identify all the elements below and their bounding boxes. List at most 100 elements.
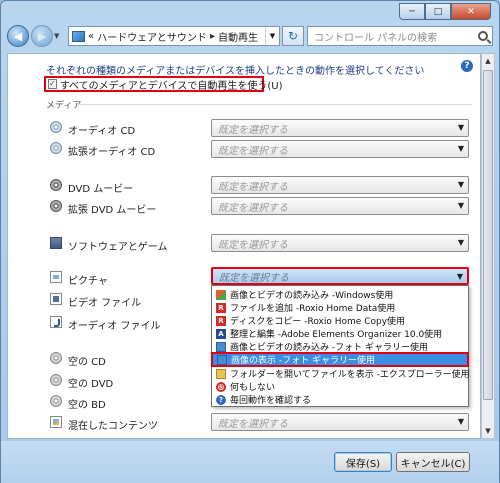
- option-label: ファイルを追加 -Roxio Home Data使用: [230, 304, 396, 314]
- option-open-folder-explorer[interactable]: フォルダーを開いてファイルを表示 -エクスプローラー使用: [212, 367, 470, 380]
- select-enhanced-audio-cd[interactable]: 既定を選択する ▼: [211, 140, 469, 158]
- option-organize-adobe[interactable]: A 整理と編集 -Adobe Elements Organizer 10.0使用: [212, 327, 468, 340]
- autoplay-window: ─ □ ✕ ◀ ▶ ▼ « ハードウェアとサウンド ▸ 自動再生 ▼ ↻ コント…: [0, 0, 500, 483]
- breadcrumb-separator[interactable]: ▸: [210, 31, 215, 42]
- dvd-icon: [50, 179, 62, 191]
- photo-gallery-icon: [217, 354, 227, 365]
- maximize-button[interactable]: □: [425, 3, 451, 20]
- option-label: 整理と編集 -Adobe Elements Organizer 10.0使用: [230, 330, 443, 340]
- media-label-mixed-content: 混在したコンテンツ: [68, 421, 158, 432]
- question-icon: ?: [216, 394, 226, 405]
- select-value: 既定を選択する: [219, 272, 289, 284]
- search-input[interactable]: コントロール パネルの検索: [307, 26, 493, 46]
- back-button[interactable]: ◀: [7, 25, 29, 47]
- option-view-photo-gallery[interactable]: 画像の表示 -フォト ギャラリー使用: [211, 352, 469, 367]
- save-button[interactable]: 保存(S): [334, 452, 392, 472]
- help-icon[interactable]: ?: [461, 60, 473, 72]
- option-label: ディスクをコピー -Roxio Home Copy使用: [230, 317, 406, 327]
- media-section-divider: [80, 104, 472, 105]
- cancel-button[interactable]: キャンセル(C): [396, 452, 470, 472]
- media-label-dvd-movie: DVD ムービー: [68, 184, 134, 195]
- option-ask-every-time[interactable]: ? 毎回動作を確認する: [212, 393, 468, 406]
- use-autoplay-label[interactable]: すべてのメディアとデバイスで自動再生を使う(U): [60, 77, 283, 92]
- audio-icon: [50, 316, 62, 328]
- blank-dvd-icon: [50, 374, 62, 386]
- media-label-blank-bd: 空の BD: [68, 400, 106, 411]
- refresh-button[interactable]: ↻: [282, 26, 304, 46]
- media-section-label: メディア: [46, 101, 82, 111]
- chevron-down-icon: ▼: [457, 144, 464, 153]
- blank-cd-icon: [50, 352, 62, 364]
- select-value: 既定を選択する: [218, 418, 288, 430]
- control-panel-icon: [72, 30, 85, 42]
- recent-pages-dropdown[interactable]: ▼: [54, 32, 64, 40]
- scrollbar-thumb[interactable]: [483, 70, 493, 400]
- option-label: 画像の表示 -フォト ギャラリー使用: [231, 356, 375, 366]
- option-label: 画像とビデオの読み込み -Windows使用: [230, 291, 394, 301]
- folder-icon: [216, 368, 226, 379]
- option-add-files-roxio[interactable]: R ファイルを追加 -Roxio Home Data使用: [212, 301, 468, 314]
- select-value: 既定を選択する: [218, 239, 288, 251]
- option-label: フォルダーを開いてファイルを表示 -エクスプローラー使用: [230, 370, 470, 380]
- cd-icon: [50, 121, 62, 133]
- cd-icon: [50, 142, 62, 154]
- select-pictures[interactable]: 既定を選択する ▼: [211, 267, 469, 285]
- dialog-footer: 保存(S) キャンセル(C): [1, 441, 499, 483]
- close-button[interactable]: ✕: [451, 3, 491, 20]
- select-audio-cd[interactable]: 既定を選択する ▼: [211, 119, 469, 137]
- use-autoplay-checkbox[interactable]: ✓: [48, 79, 57, 89]
- media-label-software-and-games: ソフトウェアとゲーム: [68, 242, 168, 253]
- dvd-icon: [50, 200, 62, 212]
- option-take-no-action[interactable]: ⊘ 何もしない: [212, 380, 468, 393]
- chevron-down-icon: ▼: [457, 238, 464, 247]
- search-icon[interactable]: [478, 31, 488, 41]
- use-autoplay-checkbox-row[interactable]: ✓ すべてのメディアとデバイスで自動再生を使う(U): [44, 76, 283, 92]
- mixed-content-icon: [50, 416, 62, 428]
- scroll-up-arrow-icon[interactable]: ▲: [482, 54, 494, 68]
- address-dropdown-icon[interactable]: ▼: [265, 27, 279, 45]
- option-label: 毎回動作を確認する: [230, 396, 312, 406]
- media-label-enhanced-audio-cd: 拡張オーディオ CD: [68, 147, 156, 158]
- option-import-windows[interactable]: 画像とビデオの読み込み -Windows使用: [212, 288, 468, 301]
- select-mixed-content[interactable]: 既定を選択する ▼: [211, 413, 469, 431]
- breadcrumb-autoplay[interactable]: 自動再生: [218, 29, 258, 44]
- search-placeholder: コントロール パネルの検索: [314, 32, 438, 44]
- minimize-button[interactable]: ─: [399, 3, 425, 20]
- media-label-audio-files: オーディオ ファイル: [68, 321, 161, 332]
- breadcrumb-hardware-and-sound[interactable]: ハードウェアとサウンド: [97, 29, 207, 44]
- address-bar[interactable]: « ハードウェアとサウンド ▸ 自動再生 ▼: [68, 26, 280, 46]
- media-label-blank-dvd: 空の DVD: [68, 379, 114, 390]
- option-copy-disc-roxio[interactable]: R ディスクをコピー -Roxio Home Copy使用: [212, 314, 468, 327]
- app-icon: [50, 237, 62, 249]
- select-value: 既定を選択する: [218, 181, 288, 193]
- breadcrumb-overflow[interactable]: «: [88, 31, 94, 42]
- autoplay-settings-panel: それぞれの種類のメディアまたはデバイスを挿入したときの動作を選択してください ?…: [7, 53, 481, 439]
- vertical-scrollbar[interactable]: ▲ ▼: [481, 53, 495, 439]
- chevron-down-icon: ▼: [456, 272, 463, 281]
- pictures-options-dropdown: 画像とビデオの読み込み -Windows使用 R ファイルを追加 -Roxio …: [211, 285, 470, 407]
- prohibited-icon: ⊘: [216, 381, 226, 392]
- blank-bd-icon: [50, 395, 62, 407]
- media-label-blank-cd: 空の CD: [68, 357, 106, 368]
- caption-buttons: ─ □ ✕: [399, 3, 491, 20]
- media-label-audio-cd: オーディオ CD: [68, 126, 136, 137]
- chevron-down-icon: ▼: [457, 417, 464, 426]
- select-software-and-games[interactable]: 既定を選択する ▼: [211, 234, 469, 252]
- option-label: 何もしない: [230, 383, 276, 393]
- roxio-icon: R: [216, 302, 226, 313]
- scroll-down-arrow-icon[interactable]: ▼: [482, 424, 494, 438]
- video-icon: [50, 293, 62, 305]
- chevron-down-icon: ▼: [457, 123, 464, 132]
- roxio-icon: R: [216, 315, 226, 326]
- windows-icon: [216, 289, 226, 300]
- select-value: 既定を選択する: [218, 124, 288, 136]
- select-enhanced-dvd-movie[interactable]: 既定を選択する ▼: [211, 197, 469, 215]
- forward-button[interactable]: ▶: [31, 25, 53, 47]
- navigation-bar: ◀ ▶ ▼ « ハードウェアとサウンド ▸ 自動再生 ▼ ↻ コントロール パネ…: [7, 23, 493, 49]
- chevron-down-icon: ▼: [457, 180, 464, 189]
- adobe-icon: A: [216, 328, 226, 339]
- picture-icon: [50, 271, 62, 283]
- select-value: 既定を選択する: [218, 145, 288, 157]
- chevron-down-icon: ▼: [457, 201, 464, 210]
- select-dvd-movie[interactable]: 既定を選択する ▼: [211, 176, 469, 194]
